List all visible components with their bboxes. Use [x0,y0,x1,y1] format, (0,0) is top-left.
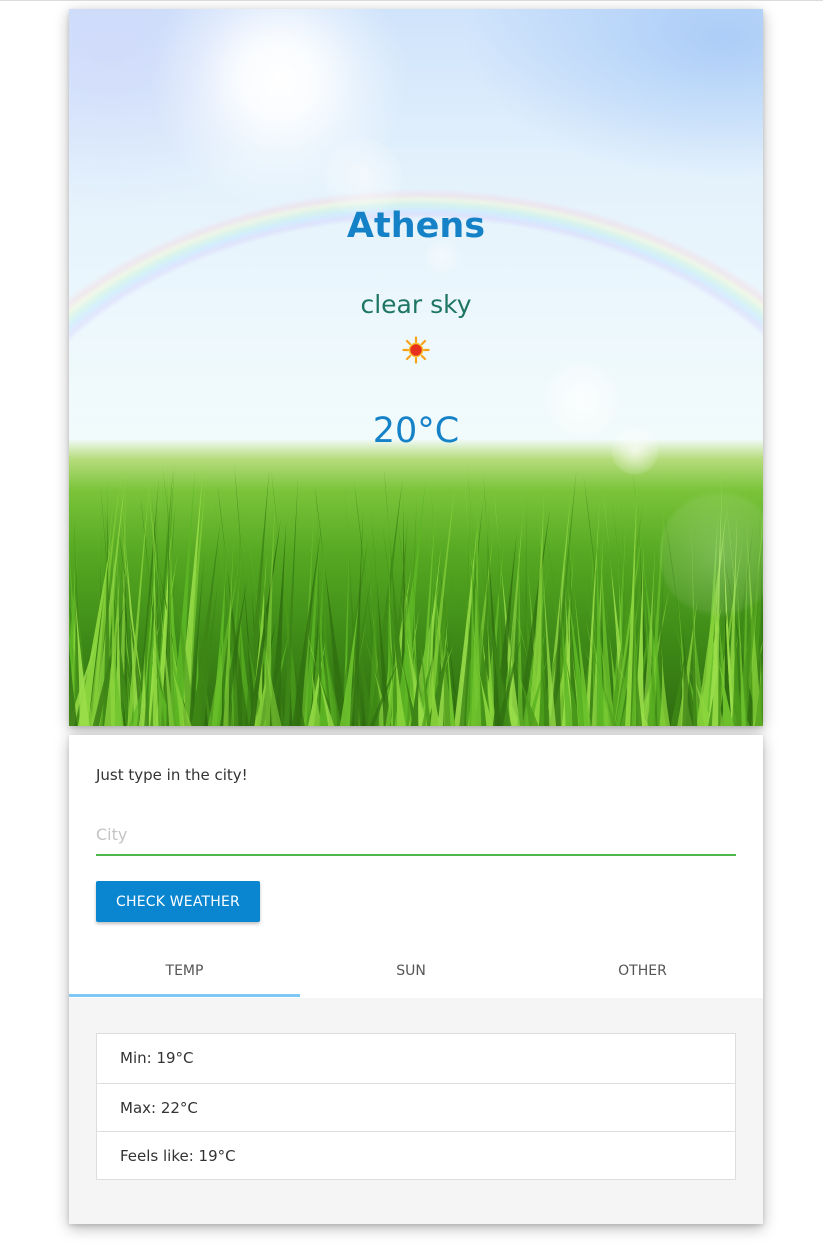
tab-other[interactable]: OTHER [522,947,763,998]
tab-temp[interactable]: TEMP [69,947,300,998]
active-tab-indicator [69,994,300,997]
search-panel: Just type in the city! CHECK WEATHER TEM… [69,735,763,1224]
temperature: 20°C [372,411,460,451]
detail-tabs: TEMP SUN OTHER [69,947,763,998]
list-item-feels-like: Feels like: 19°C [97,1131,735,1180]
search-form: Just type in the city! CHECK WEATHER TEM… [69,735,763,998]
weather-hero-card: Athens clear sky 20°C [69,9,763,726]
grass-blades [69,464,763,726]
list-item-max: Max: 22°C [97,1083,735,1132]
temperature-details-list: Min: 19°C Max: 22°C Feels like: 19°C [96,1033,736,1180]
list-item-min: Min: 19°C [120,1049,194,1067]
city-input[interactable] [96,815,736,856]
check-weather-button[interactable]: CHECK WEATHER [96,881,260,922]
tab-sun[interactable]: SUN [300,947,522,998]
search-prompt: Just type in the city! [96,766,248,784]
weather-description: clear sky [360,290,472,319]
sun-icon [402,336,430,364]
city-name: Athens [346,206,486,246]
top-divider [0,0,823,1]
